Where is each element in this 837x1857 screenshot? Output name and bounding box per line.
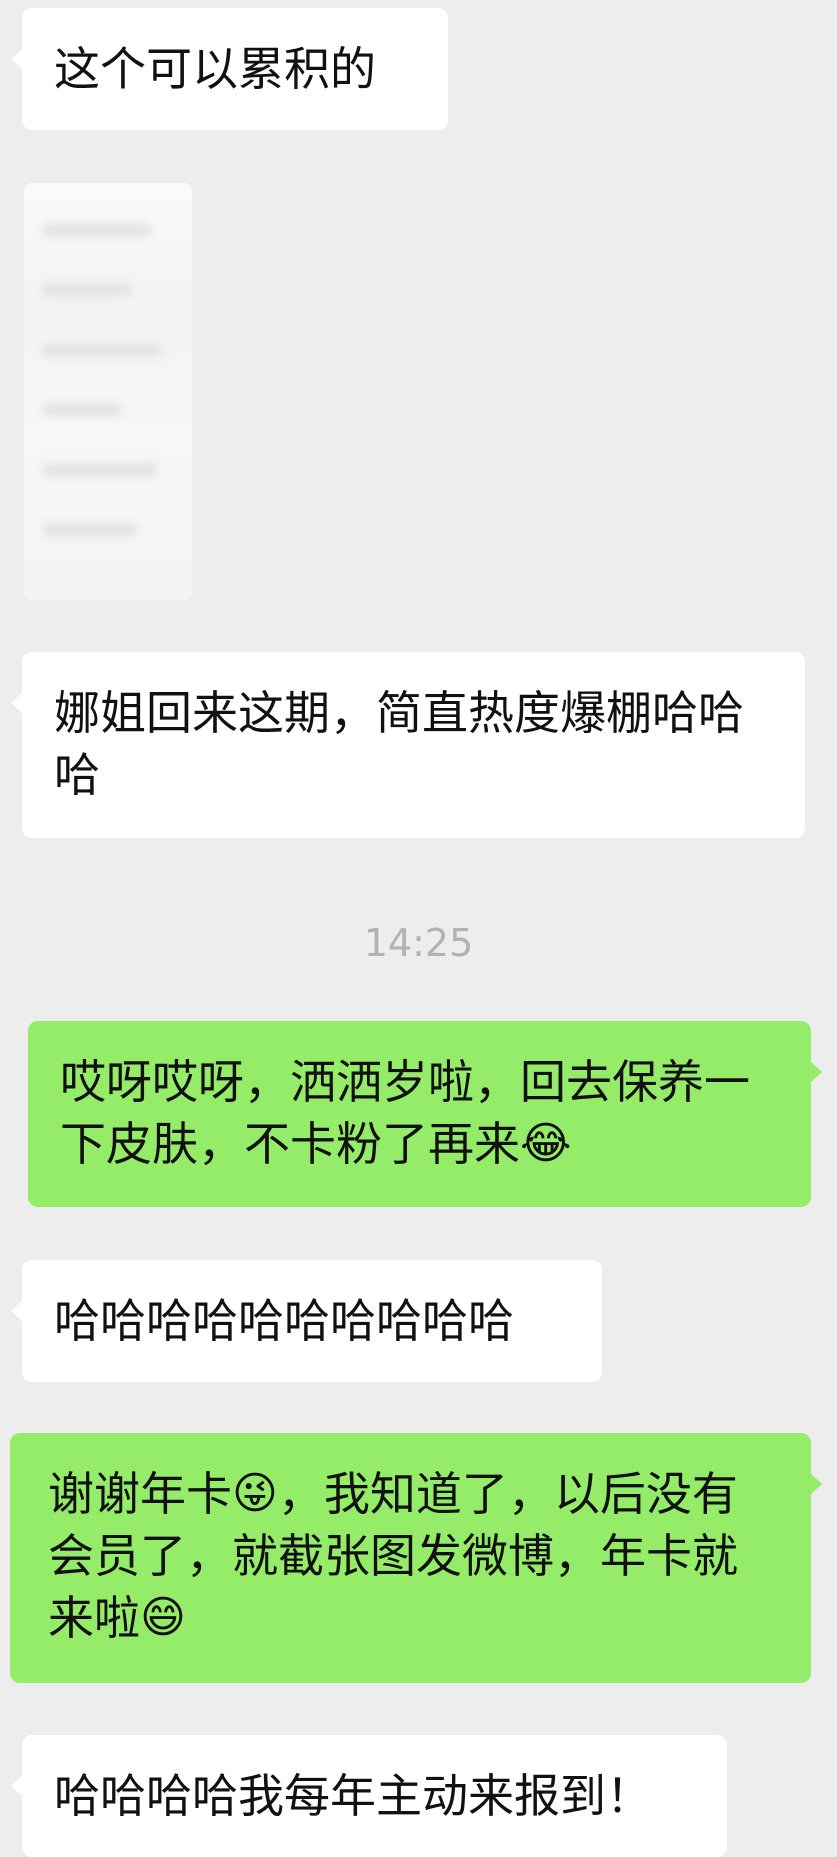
image-content: [42, 523, 137, 537]
winking-tongue-emoji-icon: 😜: [232, 1468, 278, 1519]
tears-of-joy-emoji-icon: 😂: [520, 1118, 572, 1169]
image-content: [42, 403, 122, 417]
message-text: 哈哈哈哈哈哈哈哈哈哈: [54, 1294, 514, 1348]
message-timestamp: 14:25: [363, 921, 474, 965]
message-text: 谢谢年卡: [48, 1467, 232, 1521]
chat-message-list[interactable]: 这个可以累积的 娜姐回来这期，简直热度爆棚哈哈哈 14:25 哎呀哎呀，洒洒岁啦…: [0, 0, 837, 1857]
message-text: 哎呀哎呀，洒洒岁啦，回去保养一下皮肤，不卡粉了再来: [60, 1055, 750, 1171]
image-content: [42, 223, 152, 237]
incoming-message-bubble[interactable]: 哈哈哈哈哈哈哈哈哈哈: [11, 1260, 602, 1382]
message-text: 娜姐回来这期，简直热度爆棚哈哈哈: [54, 686, 744, 802]
image-content: [42, 463, 157, 477]
image-content: [42, 343, 162, 357]
incoming-message-bubble[interactable]: 这个可以累积的: [11, 8, 448, 130]
outgoing-message-bubble[interactable]: 哎呀哎呀，洒洒岁啦，回去保养一下皮肤，不卡粉了再来😂: [28, 1021, 822, 1207]
outgoing-message-bubble[interactable]: 谢谢年卡😜，我知道了，以后没有会员了，就截张图发微博，年卡就来啦😄: [10, 1433, 822, 1683]
grinning-face-emoji-icon: 😄: [140, 1592, 186, 1643]
image-content: [42, 283, 132, 297]
message-text: 哈哈哈哈我每年主动来报到！: [54, 1769, 652, 1823]
message-text: 这个可以累积的: [54, 42, 376, 96]
incoming-message-bubble[interactable]: 娜姐回来这期，简直热度爆棚哈哈哈: [11, 652, 805, 838]
incoming-message-bubble[interactable]: 哈哈哈哈我每年主动来报到！: [11, 1735, 727, 1857]
incoming-image-message[interactable]: [24, 183, 192, 600]
